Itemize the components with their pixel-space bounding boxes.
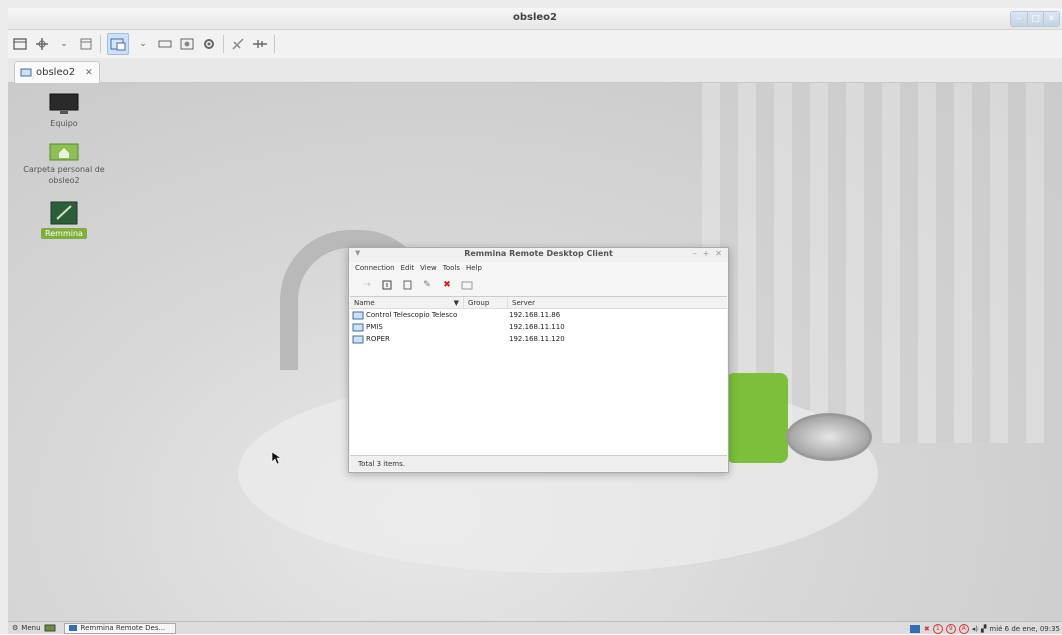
window-titlebar[interactable]: obsleo2 – □ ✕ — [8, 8, 1062, 30]
window-controls: – □ ✕ — [1010, 11, 1060, 27]
preferences-icon[interactable] — [461, 279, 473, 291]
toolbar-divider — [274, 35, 275, 53]
remmina-window: ▼ Remmina Remote Desktop Client – + ✕ Co… — [348, 247, 729, 473]
connection-icon — [352, 323, 364, 331]
connection-list: Name ▼ Group Server Control Telescopio Te… — [350, 296, 727, 456]
new-connection-icon[interactable] — [381, 279, 393, 291]
table-row[interactable]: PMIS 192.168.11.110 — [350, 321, 727, 333]
mint-logo-badge — [786, 413, 872, 461]
menu-view[interactable]: View — [420, 264, 437, 272]
column-server[interactable]: Server — [508, 297, 727, 308]
taskbar-item-label: Remmina Remote Des... — [80, 624, 166, 632]
connection-name: Control Telescopio Telesco — [366, 311, 458, 319]
connection-server: 192.168.11.86 — [509, 311, 561, 319]
remmina-toolbar: ⇢ ✎ ✖ — [349, 276, 728, 294]
status-bar: Total 3 items. — [350, 455, 727, 471]
settings-icon[interactable] — [201, 36, 217, 52]
tab-strip: obsleo2 ✕ — [8, 58, 1062, 83]
close-tab-icon[interactable]: ✕ — [85, 68, 93, 78]
connection-icon — [20, 68, 32, 76]
mint-logo-letters — [726, 373, 788, 463]
screenshot-icon[interactable] — [179, 36, 195, 52]
desktop-icon-label: Carpeta personal de obsleo2 — [23, 165, 105, 185]
maximize-icon[interactable]: + — [703, 249, 710, 258]
connection-server: 192.168.11.120 — [509, 335, 565, 343]
window-title: obsleo2 — [512, 12, 558, 23]
desktop-icon-label: Remmina — [41, 228, 87, 239]
mouse-pointer-icon — [271, 451, 281, 465]
copy-icon[interactable] — [401, 279, 413, 291]
minimize-button[interactable]: – — [1011, 12, 1027, 26]
desktop-icon-equipo[interactable]: Equipo — [22, 93, 106, 129]
desktop-icon-home[interactable]: Carpeta personal de obsleo2 — [22, 141, 106, 186]
desktop-icon-label: Equipo — [50, 119, 78, 128]
column-group[interactable]: Group — [464, 297, 508, 308]
sort-down-icon: ▼ — [453, 298, 459, 307]
show-desktop-icon[interactable] — [44, 624, 56, 632]
table-row[interactable]: ROPER 192.168.11.120 — [350, 333, 727, 345]
folder-icon — [49, 143, 79, 161]
connection-server: 192.168.11.110 — [509, 323, 565, 331]
indicator-1-icon[interactable]: 1 — [932, 623, 943, 634]
move-icon[interactable] — [34, 36, 50, 52]
toolbar-divider — [100, 35, 101, 53]
remmina-tray-icon[interactable] — [909, 624, 921, 634]
close-icon[interactable]: ✕ — [715, 249, 722, 258]
indicator-9-icon[interactable]: 9 — [945, 623, 956, 634]
window-icon[interactable] — [78, 36, 94, 52]
clock[interactable]: mié 6 de ene, 09:35 — [989, 625, 1060, 633]
menu-tools[interactable]: Tools — [443, 264, 460, 272]
toolbar-divider — [223, 35, 224, 53]
gear-icon: ⚙ — [12, 624, 19, 632]
remmina-titlebar[interactable]: ▼ Remmina Remote Desktop Client – + ✕ — [349, 248, 728, 262]
remmina-window-controls: – + ✕ — [693, 249, 722, 258]
menu-connection[interactable]: Connection — [355, 264, 395, 272]
chevron-down-icon[interactable]: ⌄ — [135, 36, 151, 52]
chevron-down-icon[interactable]: ⌄ — [56, 36, 72, 52]
network-error-icon[interactable]: ✖ — [924, 625, 930, 633]
connection-icon — [352, 311, 364, 319]
start-menu-label: Menu — [21, 624, 41, 632]
disconnect-icon[interactable] — [230, 36, 246, 52]
remote-viewer-window: obsleo2 – □ ✕ ⌄ ⌄ obsleo2 ✕ Equipo Carpe… — [0, 0, 1062, 634]
edit-icon[interactable]: ✎ — [421, 279, 433, 291]
system-tray: ✖ 1 9 A ◂) ▞ mié 6 de ene, 09:35 — [909, 622, 1062, 635]
keyboard-icon[interactable] — [157, 36, 173, 52]
connection-icon — [352, 335, 364, 343]
list-header: Name ▼ Group Server — [350, 297, 727, 309]
volume-icon[interactable]: ◂) — [972, 625, 978, 633]
connection-name: ROPER — [366, 335, 390, 343]
taskbar-item-remmina[interactable]: Remmina Remote Des... — [63, 622, 176, 634]
close-button[interactable]: ✕ — [1043, 12, 1059, 26]
remmina-menubar: Connection Edit View Tools Help — [349, 262, 728, 274]
start-menu-button[interactable]: ⚙ Menu — [8, 624, 56, 632]
remmina-icon — [50, 201, 78, 225]
scale-icon[interactable] — [107, 33, 129, 55]
fullscreen-icon[interactable] — [12, 36, 28, 52]
viewer-toolbar: ⌄ ⌄ — [8, 30, 1062, 58]
connection-name: PMIS — [366, 323, 383, 331]
delete-icon[interactable]: ✖ — [441, 279, 453, 291]
connect-icon[interactable]: ⇢ — [361, 279, 373, 291]
indicator-a-icon[interactable]: A — [958, 623, 969, 634]
plug-icon[interactable] — [252, 36, 268, 52]
remmina-title: Remmina Remote Desktop Client — [464, 249, 613, 258]
remote-desktop[interactable]: Equipo Carpeta personal de obsleo2 Remmi… — [8, 83, 1062, 621]
table-row[interactable]: Control Telescopio Telesco 192.168.11.86 — [350, 309, 727, 321]
tab-obsleo2[interactable]: obsleo2 ✕ — [14, 61, 100, 83]
wifi-icon[interactable]: ▞ — [981, 625, 986, 633]
menu-help[interactable]: Help — [466, 264, 482, 272]
tab-label: obsleo2 — [36, 67, 76, 78]
monitor-icon — [49, 93, 79, 114]
minimize-icon[interactable]: – — [693, 249, 697, 258]
menu-edit[interactable]: Edit — [401, 264, 415, 272]
bottom-panel: ⚙ Menu Remmina Remote Des... ✖ 1 9 A ◂) … — [8, 621, 1062, 634]
desktop-icon-remmina[interactable]: Remmina — [22, 201, 106, 239]
remmina-icon — [68, 625, 77, 631]
column-name[interactable]: Name ▼ — [350, 297, 464, 308]
maximize-button[interactable]: □ — [1027, 12, 1043, 26]
